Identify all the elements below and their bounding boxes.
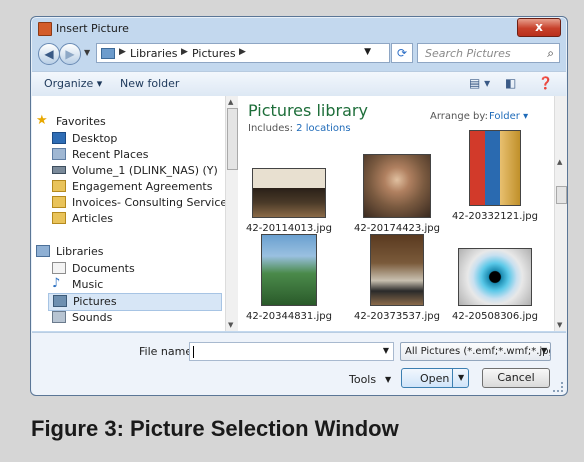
image-thumbnail [370,234,424,306]
new-folder-button[interactable]: New folder [120,77,179,90]
folder-icon [52,180,66,192]
address-dropdown-icon[interactable]: ▼ [364,47,371,57]
file-item[interactable]: 42-20174423.jpg [349,146,445,236]
open-label: Open [420,372,450,385]
chevron-down-icon[interactable]: ▼ [458,373,464,382]
file-item[interactable]: 42-20332121.jpg [447,130,543,224]
navigation-pane: ★ Favorites Desktop Recent Places Volume… [32,96,226,331]
pictures-icon [53,295,67,307]
chevron-right-icon[interactable]: ▶ [239,47,246,57]
text-caret [193,346,194,358]
chevron-down-icon[interactable]: ▼ [541,346,547,355]
image-thumbnail [363,154,431,218]
folder-icon [52,212,66,224]
help-icon[interactable]: ❓ [538,76,553,90]
file-name: 42-20344831.jpg [246,311,332,322]
library-title: Pictures library [248,101,368,120]
search-placeholder: Search Pictures [425,47,511,60]
sounds-icon [52,311,66,323]
file-list-scrollbar[interactable]: ▲ ▼ [554,96,567,331]
chevron-down-icon[interactable]: ▼ [385,375,391,384]
file-name: 42-20174423.jpg [354,223,440,234]
folder-icon [52,196,66,208]
desktop-icon [52,132,66,144]
organize-button[interactable]: Organize ▾ [44,77,102,90]
nav-scrollbar[interactable]: ▲ ▼ [225,96,238,331]
open-button[interactable]: Open ▼ [401,368,469,388]
scroll-up-icon[interactable]: ▲ [557,158,562,166]
view-options-icon[interactable]: ▤ ▾ [469,76,490,90]
breadcrumb-libraries[interactable]: Libraries [130,47,178,60]
image-thumbnail [252,168,326,218]
scroll-down-icon[interactable]: ▼ [228,321,233,329]
title-bar: Insert Picture x [31,17,567,39]
folder-icon [101,48,115,59]
file-name: 42-20508306.jpg [452,311,538,322]
file-type-select[interactable]: All Pictures (*.emf;*.wmf;*.jpg;* [400,342,551,361]
chevron-right-icon[interactable]: ▶ [181,47,188,57]
breadcrumb[interactable]: ▶ Libraries ▶ Pictures ▶ ▼ [96,43,390,63]
split-divider [452,369,453,387]
resize-grip[interactable] [553,382,563,392]
preview-pane-icon[interactable]: ◧ [505,76,516,90]
network-drive-icon [52,166,66,174]
arrange-by-label: Arrange by: [430,111,488,122]
search-input[interactable]: Search Pictures ⌕ [417,43,560,63]
file-name-input[interactable]: ▼ [189,342,394,361]
file-item[interactable]: 42-20508306.jpg [447,234,543,324]
scrollbar-thumb[interactable] [556,186,567,204]
scroll-up-icon[interactable]: ▲ [228,98,233,106]
insert-picture-dialog: Insert Picture x ◀ ▶ ▼ ▶ Libraries ▶ Pic… [30,16,568,396]
image-thumbnail [469,130,521,206]
tools-button[interactable]: Tools [349,373,376,386]
window-title: Insert Picture [56,22,129,35]
library-icon [36,245,50,257]
scroll-down-icon[interactable]: ▼ [557,321,562,329]
recent-pages-dropdown-icon[interactable]: ▼ [84,48,90,57]
documents-icon [52,262,66,274]
file-list: Pictures library Includes: 2 locations A… [238,96,554,331]
file-name: 42-20332121.jpg [452,211,538,222]
file-item[interactable]: 42-20114013.jpg [241,146,337,236]
figure-caption: Figure 3: Picture Selection Window [31,416,399,441]
library-includes: Includes: 2 locations [248,123,351,134]
app-icon [38,22,52,36]
file-item[interactable]: 42-20373537.jpg [349,234,445,324]
dialog-footer: File name: ▼ All Pictures (*.emf;*.wmf;*… [32,332,566,395]
refresh-button[interactable]: ⟳ [391,43,413,63]
image-thumbnail [261,234,317,306]
recent-places-icon [52,148,66,160]
cancel-button[interactable]: Cancel [482,368,550,388]
locations-link[interactable]: 2 locations [296,123,350,134]
back-button[interactable]: ◀ [38,43,60,65]
search-icon: ⌕ [547,46,554,60]
file-item[interactable]: 42-20344831.jpg [241,234,337,324]
image-thumbnail [458,248,532,306]
forward-button[interactable]: ▶ [59,43,81,65]
scrollbar-thumb[interactable] [227,108,238,170]
close-button[interactable]: x [517,18,561,37]
file-name: 42-20114013.jpg [246,223,332,234]
breadcrumb-pictures[interactable]: Pictures [192,47,236,60]
nav-item-pictures[interactable]: Pictures [48,293,222,311]
arrange-by-dropdown[interactable]: Folder ▾ [489,111,528,122]
music-icon: ♪ [52,276,61,291]
toolbar: Organize ▾ New folder ▤ ▾ ◧ ❓ [32,71,566,97]
star-icon: ★ [36,113,48,128]
file-name-label: File name: [139,345,196,358]
chevron-right-icon[interactable]: ▶ [119,47,126,57]
file-name: 42-20373537.jpg [354,311,440,322]
address-bar: ◀ ▶ ▼ ▶ Libraries ▶ Pictures ▶ ▼ ⟳ Searc… [36,43,562,67]
chevron-down-icon[interactable]: ▼ [383,346,389,355]
